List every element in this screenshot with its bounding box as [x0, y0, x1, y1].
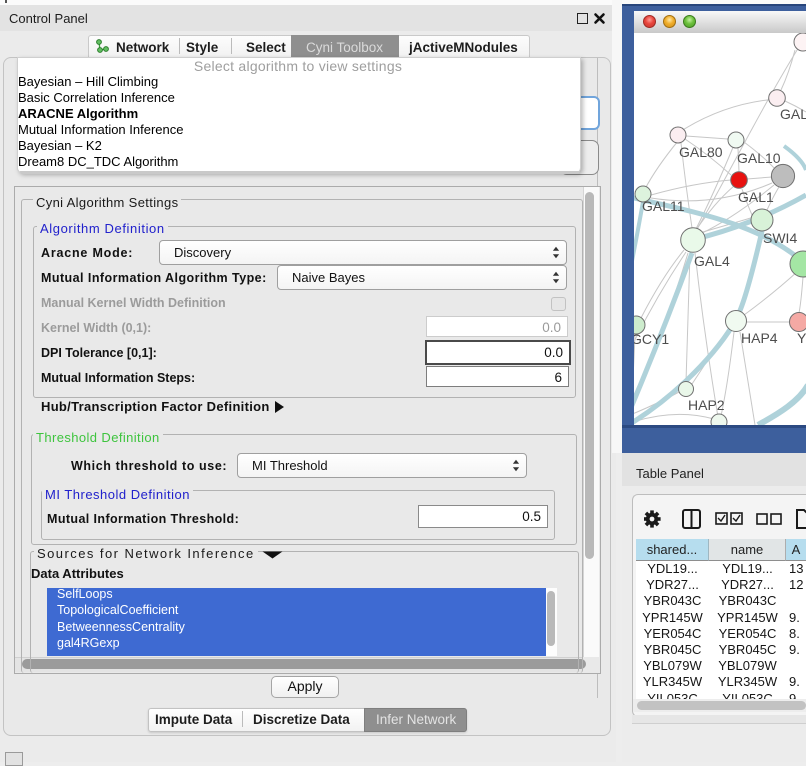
- svg-text:GAL80: GAL80: [679, 144, 723, 160]
- svg-text:Y: Y: [797, 330, 806, 346]
- svg-text:GCY1: GCY1: [634, 331, 669, 347]
- svg-text:HAP2: HAP2: [688, 397, 725, 413]
- svg-text:GAL10: GAL10: [737, 150, 781, 166]
- svg-text:GAL11: GAL11: [642, 198, 685, 214]
- svg-text:SWI4: SWI4: [763, 230, 797, 246]
- svg-text:GAL: GAL: [780, 106, 806, 122]
- svg-text:HAP4: HAP4: [741, 330, 778, 346]
- svg-text:GAL1: GAL1: [738, 189, 774, 205]
- svg-text:GAL4: GAL4: [694, 253, 730, 269]
